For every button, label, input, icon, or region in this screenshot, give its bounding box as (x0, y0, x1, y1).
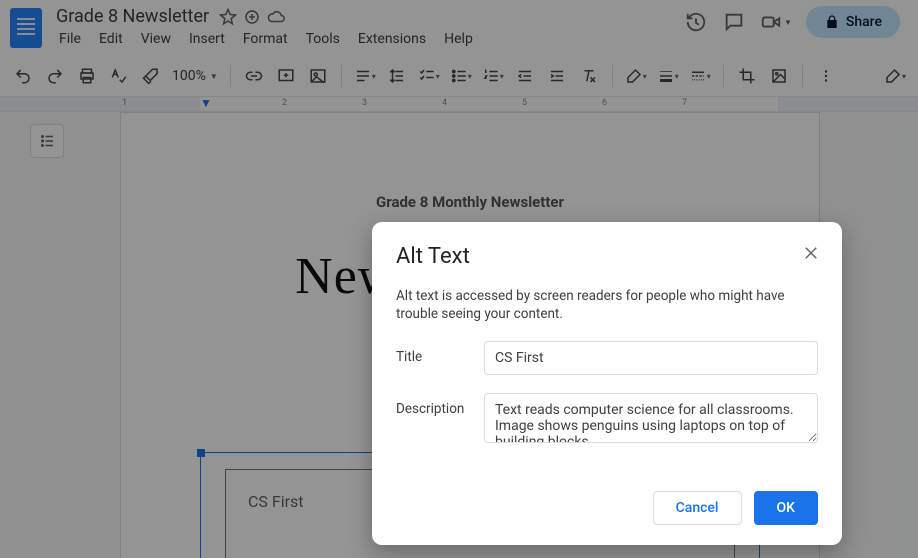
description-label: Description (396, 393, 484, 443)
cancel-button[interactable]: Cancel (653, 491, 742, 525)
comments-icon[interactable] (722, 10, 746, 34)
star-icon[interactable] (219, 8, 237, 26)
resize-handle-icon[interactable] (197, 449, 205, 457)
chevron-down-icon: ▼ (210, 72, 218, 81)
insert-image-button[interactable] (303, 61, 333, 91)
menubar: File Edit View Insert Format Tools Exten… (52, 29, 480, 49)
border-dash-button[interactable]: ▾ (685, 61, 715, 91)
close-icon (802, 244, 820, 262)
decrease-indent-button[interactable] (510, 61, 540, 91)
toolbar-separator (612, 65, 613, 87)
title-label: Title (396, 341, 484, 375)
move-icon[interactable] (243, 8, 261, 26)
zoom-select[interactable]: 100% ▼ (168, 68, 222, 84)
ruler-mark: 7 (682, 98, 687, 108)
ruler-mark: 5 (522, 98, 527, 108)
docs-logo-icon[interactable] (10, 8, 42, 48)
border-weight-button[interactable]: ▾ (653, 61, 683, 91)
more-button[interactable] (811, 61, 841, 91)
title-input[interactable] (484, 341, 818, 375)
bulleted-list-button[interactable]: ▾ (446, 61, 476, 91)
dialog-title: Alt Text (396, 244, 818, 269)
cloud-status-icon[interactable] (267, 8, 285, 26)
dialog-description: Alt text is accessed by screen readers f… (396, 287, 818, 323)
numbered-list-button[interactable]: ▾ (478, 61, 508, 91)
ruler-mark: 4 (442, 98, 447, 108)
paint-format-button[interactable] (136, 61, 166, 91)
chevron-down-icon: ▼ (784, 18, 792, 27)
toolbar: 100% ▼ ▾ ▾ ▾ ▾ ▾ ▾ ▾ ▾ (0, 56, 918, 96)
alt-text-dialog: Alt Text Alt text is accessed by screen … (372, 222, 842, 545)
show-outline-button[interactable] (30, 124, 64, 158)
redo-button[interactable] (40, 61, 70, 91)
line-spacing-button[interactable] (382, 61, 412, 91)
add-comment-button[interactable] (271, 61, 301, 91)
increase-indent-button[interactable] (542, 61, 572, 91)
ruler-mark: 2 (282, 98, 287, 108)
insert-link-button[interactable] (239, 61, 269, 91)
document-title[interactable]: Grade 8 Newsletter (52, 6, 213, 27)
toolbar-separator (341, 65, 342, 87)
menu-edit[interactable]: Edit (92, 29, 130, 49)
menu-file[interactable]: File (52, 29, 88, 49)
clear-formatting-button[interactable] (574, 61, 604, 91)
toolbar-separator (802, 65, 803, 87)
newsletter-header: Grade 8 Monthly Newsletter (201, 193, 739, 211)
ok-button[interactable]: OK (754, 491, 819, 525)
horizontal-ruler[interactable]: 1 ▼ 2 3 4 5 6 7 7 (0, 96, 918, 112)
app-header: Grade 8 Newsletter File Edit View Insert… (0, 0, 918, 56)
history-icon[interactable] (684, 10, 708, 34)
spellcheck-button[interactable] (104, 61, 134, 91)
ruler-mark: 1 (122, 98, 127, 108)
share-button-label: Share (846, 14, 882, 30)
checklist-button[interactable]: ▾ (414, 61, 444, 91)
border-color-button[interactable]: ▾ (621, 61, 651, 91)
indent-marker-icon[interactable]: ▼ (200, 96, 212, 110)
toolbar-separator (230, 65, 231, 87)
menu-help[interactable]: Help (437, 29, 480, 49)
zoom-value: 100% (172, 68, 206, 84)
menu-view[interactable]: View (134, 29, 178, 49)
menu-tools[interactable]: Tools (299, 29, 347, 49)
share-button[interactable]: Share (806, 6, 900, 38)
lock-icon (824, 14, 840, 30)
editing-mode-button[interactable]: ▾ (880, 61, 910, 91)
menu-extensions[interactable]: Extensions (351, 29, 433, 49)
image-options-button[interactable] (764, 61, 794, 91)
description-input[interactable]: Text reads computer science for all clas… (484, 393, 818, 443)
crop-button[interactable] (732, 61, 762, 91)
align-button[interactable]: ▾ (350, 61, 380, 91)
close-button[interactable] (798, 240, 824, 266)
ruler-mark: 6 (602, 98, 607, 108)
menu-format[interactable]: Format (236, 29, 295, 49)
print-button[interactable] (72, 61, 102, 91)
menu-insert[interactable]: Insert (182, 29, 232, 49)
meet-button[interactable]: ▼ (760, 11, 792, 33)
undo-button[interactable] (8, 61, 38, 91)
ruler-mark: 3 (362, 98, 367, 108)
toolbar-separator (723, 65, 724, 87)
